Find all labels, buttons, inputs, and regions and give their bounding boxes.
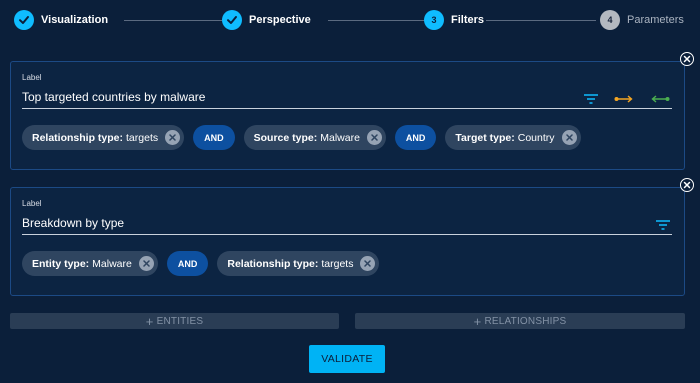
plus-icon: +: [473, 313, 482, 329]
plus-icon: +: [145, 313, 154, 329]
add-relationships-button[interactable]: + RELATIONSHIPS: [355, 313, 685, 329]
chip-value: targets: [126, 131, 159, 144]
chip-value: Malware: [320, 131, 360, 144]
label-actions: [568, 94, 670, 104]
label-actions: [640, 220, 670, 230]
filter-chip: Entity type: Malware: [22, 251, 158, 276]
label-input[interactable]: Top targeted countries by malware: [22, 87, 672, 109]
filter-chip: Relationship type: targets: [217, 251, 380, 276]
label-caption: Label: [22, 199, 42, 208]
stepper-connector: [124, 20, 222, 21]
chip-value: targets: [321, 257, 354, 270]
close-icon[interactable]: [138, 256, 154, 271]
label-value: Breakdown by type: [22, 216, 125, 230]
chip-key: Entity type:: [32, 257, 90, 270]
step-number: 4: [600, 10, 620, 30]
close-icon[interactable]: [366, 130, 382, 145]
stepper: Visualization Perspective 3 Filters 4 Pa…: [14, 9, 690, 31]
chip-value: Country: [517, 131, 555, 144]
and-operator[interactable]: AND: [193, 125, 235, 150]
stepper-connector: [486, 20, 596, 21]
check-icon: [222, 10, 242, 30]
add-entities-label: ENTITIES: [156, 315, 204, 327]
chip-key: Target type:: [455, 131, 515, 144]
filter-chips: Entity type: Malware AND Relationship ty…: [22, 251, 388, 276]
arrow-to-icon[interactable]: [650, 95, 670, 103]
filter-chips: Relationship type: targets AND Source ty…: [22, 125, 590, 150]
step-parameters[interactable]: 4 Parameters: [600, 9, 684, 31]
and-operator[interactable]: AND: [166, 251, 209, 276]
close-icon[interactable]: [165, 130, 181, 145]
label-caption: Label: [22, 73, 42, 82]
and-operator[interactable]: AND: [394, 125, 437, 150]
filter-icon[interactable]: [584, 94, 598, 104]
close-icon[interactable]: [561, 130, 577, 145]
step-label: Perspective: [249, 14, 311, 26]
filter-chip: Relationship type: targets: [22, 125, 185, 150]
chip-key: Relationship type:: [227, 257, 319, 270]
filter-card: Label Top targeted countries by malware …: [10, 52, 694, 170]
step-number: 3: [424, 10, 444, 30]
chip-value: Malware: [92, 257, 132, 270]
label-input[interactable]: Breakdown by type: [22, 213, 672, 235]
label-value: Top targeted countries by malware: [22, 90, 206, 104]
step-filters[interactable]: 3 Filters: [424, 9, 484, 31]
validate-button[interactable]: VALIDATE: [309, 345, 385, 373]
filter-chip: Target type: Country: [445, 125, 581, 150]
stepper-connector: [328, 20, 428, 21]
chip-key: Relationship type:: [32, 131, 124, 144]
step-visualization[interactable]: Visualization: [14, 9, 108, 31]
close-icon[interactable]: [360, 256, 376, 271]
add-relationships-label: RELATIONSHIPS: [484, 315, 567, 327]
filter-chip: Source type: Malware: [243, 125, 386, 150]
close-circle-icon[interactable]: [680, 178, 694, 192]
step-label: Filters: [451, 14, 485, 26]
step-label: Parameters: [627, 14, 684, 26]
filter-icon[interactable]: [656, 220, 670, 230]
check-icon: [14, 10, 34, 30]
filter-card: Label Breakdown by type Entity type: Mal…: [10, 178, 694, 296]
arrow-from-icon[interactable]: [614, 95, 634, 103]
close-circle-icon[interactable]: [680, 52, 694, 66]
chip-key: Source type:: [253, 131, 318, 144]
step-label: Visualization: [41, 14, 109, 26]
step-perspective[interactable]: Perspective: [222, 9, 311, 31]
add-entities-button[interactable]: + ENTITIES: [10, 313, 339, 329]
